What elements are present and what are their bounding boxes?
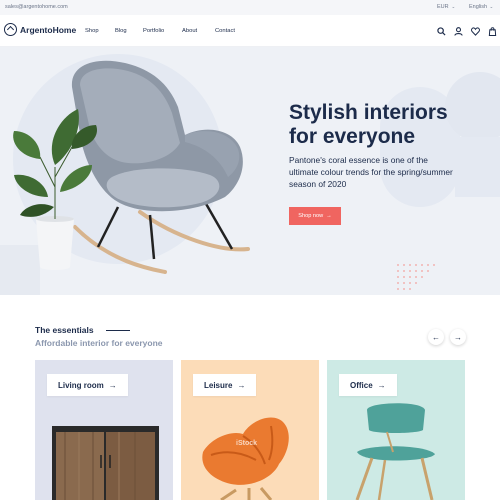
language-selector[interactable]: English ⌄ bbox=[469, 4, 494, 10]
shop-now-button[interactable]: Shop now → bbox=[289, 207, 341, 225]
nav-item-contact[interactable]: Contact bbox=[215, 28, 235, 34]
currency-selector[interactable]: EUR ⌄ bbox=[437, 4, 455, 10]
carousel-prev-button[interactable]: ← bbox=[428, 329, 444, 345]
chevron-down-icon: ⌄ bbox=[451, 4, 455, 10]
arrow-right-icon: → bbox=[108, 380, 117, 390]
user-icon[interactable] bbox=[454, 23, 463, 36]
language-label: English bbox=[469, 4, 488, 10]
currency-label: EUR bbox=[437, 4, 449, 10]
arrow-right-icon: → bbox=[237, 380, 246, 390]
watermark: iStock bbox=[236, 440, 258, 447]
hero-title-line2: for everyone bbox=[289, 125, 416, 148]
chevron-down-icon: ⌄ bbox=[489, 4, 494, 10]
card-title: Office bbox=[350, 380, 373, 390]
card-title: Living room bbox=[58, 380, 104, 390]
main-nav: ArgentoHome Shop Blog Portfolio About Co… bbox=[0, 15, 500, 47]
hero-title: Stylish interiors for everyone bbox=[289, 101, 489, 149]
bag-icon[interactable] bbox=[488, 23, 497, 37]
heart-icon[interactable] bbox=[471, 23, 480, 36]
arrow-right-icon: → bbox=[454, 332, 462, 342]
hero-banner: Stylish interiors for everyone Pantone's… bbox=[0, 47, 500, 295]
carousel-next-button[interactable]: → bbox=[450, 329, 466, 345]
card-title: Leisure bbox=[204, 380, 233, 390]
arrow-right-icon: → bbox=[377, 380, 386, 390]
section-subtitle: Affordable interior for everyone bbox=[35, 338, 163, 348]
contact-email[interactable]: sales@argentohome.com bbox=[5, 4, 68, 10]
nav-item-about[interactable]: About bbox=[182, 28, 197, 34]
section-divider bbox=[106, 330, 130, 332]
arrow-left-icon: ← bbox=[432, 332, 440, 342]
nav-item-portfolio[interactable]: Portfolio bbox=[143, 28, 164, 34]
nav-item-shop[interactable]: Shop bbox=[85, 28, 99, 34]
arrow-right-icon: → bbox=[326, 213, 332, 219]
card-label-living-room[interactable]: Living room → bbox=[47, 374, 128, 396]
nav-item-blog[interactable]: Blog bbox=[115, 28, 127, 34]
category-card-living-room[interactable]: Living room → bbox=[35, 360, 173, 500]
hero-subtitle: Pantone's coral essence is one of the ul… bbox=[289, 155, 453, 190]
search-icon[interactable] bbox=[437, 23, 446, 36]
top-bar: sales@argentohome.com EUR ⌄ English ⌄ bbox=[0, 0, 500, 15]
category-card-office[interactable]: Office → bbox=[327, 360, 465, 500]
category-card-leisure[interactable]: Leisure → iStock bbox=[181, 360, 319, 500]
hero-title-line1: Stylish interiors bbox=[289, 101, 448, 124]
brand-logo[interactable]: ArgentoHome bbox=[4, 23, 76, 36]
brand-name: ArgentoHome bbox=[20, 24, 77, 35]
card-label-leisure[interactable]: Leisure → bbox=[193, 374, 257, 396]
card-label-office[interactable]: Office → bbox=[339, 374, 397, 396]
logo-icon bbox=[4, 23, 17, 36]
shop-now-label: Shop now bbox=[298, 213, 324, 219]
section-title: The essentials bbox=[35, 325, 94, 335]
